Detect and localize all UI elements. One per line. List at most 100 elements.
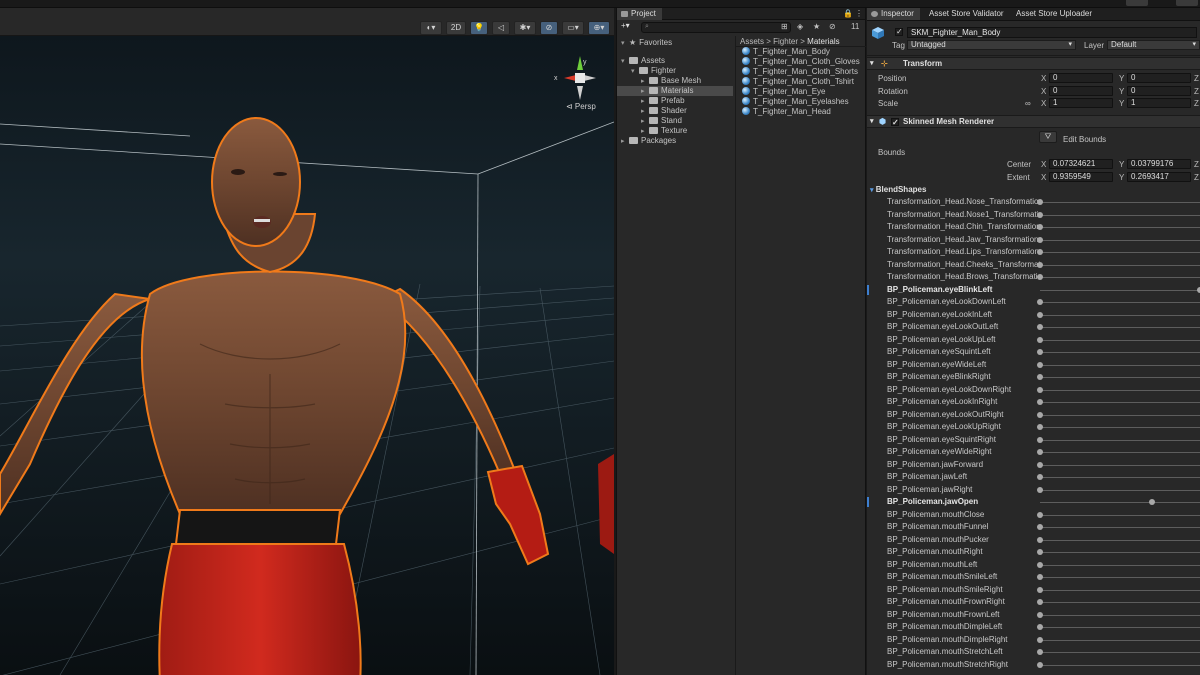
component-enabled-checkbox[interactable] (891, 117, 899, 129)
blendshape-slider-handle[interactable] (1037, 449, 1043, 455)
filter-favorite-icon[interactable]: ★ (813, 22, 820, 31)
projection-label[interactable]: ⊲ Persp (566, 102, 596, 111)
tree-item[interactable]: ▾ Assets (617, 56, 733, 66)
blendshape-slider-track[interactable] (1040, 302, 1200, 303)
effects-toggle-icon[interactable]: ✱▾ (514, 21, 536, 35)
blendshape-slider-track[interactable] (1040, 577, 1200, 578)
camera-button[interactable]: ▭▾ (562, 21, 584, 35)
blendshape-slider-track[interactable] (1040, 339, 1200, 341)
blendshape-slider-track[interactable] (1040, 389, 1200, 391)
tree-item[interactable]: ▾ ★ Favorites (617, 38, 733, 48)
blendshape-slider-track[interactable] (1040, 477, 1200, 478)
blendshape-slider-track[interactable] (1040, 452, 1200, 453)
scene-view[interactable]: ◐▾ 2D 💡 ◁ ✱▾ ⊘ ▭▾ ⊕▾ y x ⊲ Persp (0, 8, 614, 675)
extent-x-field[interactable]: 0.9359549 (1049, 172, 1113, 182)
tree-item[interactable]: ▸ Packages (617, 136, 733, 146)
blendshape-slider-handle[interactable] (1037, 624, 1043, 630)
hidden-toggle-icon[interactable]: ⊘ (540, 21, 558, 35)
blendshape-slider-track[interactable] (1040, 439, 1200, 441)
filter-type-icon[interactable]: ⊞ (781, 22, 788, 31)
blendshape-slider-handle[interactable] (1037, 524, 1043, 530)
link-icon[interactable]: ∞ (1025, 99, 1031, 108)
skinned-mesh-renderer-header[interactable]: ▾ ⬢ Skinned Mesh Renderer (867, 115, 1200, 129)
draw-mode-button[interactable]: ◐▾ (420, 21, 442, 35)
blendshape-slider-handle[interactable] (1037, 324, 1043, 330)
center-y-field[interactable]: 0.03799176 (1127, 159, 1191, 169)
blendshape-slider-track[interactable] (1040, 527, 1200, 528)
blendshape-slider-handle[interactable] (1037, 224, 1043, 230)
blendshape-slider-handle[interactable] (1037, 261, 1043, 268)
layers-button[interactable] (1176, 0, 1198, 6)
blendshape-slider-handle[interactable] (1037, 661, 1043, 668)
transform-x-field[interactable]: 0 (1049, 85, 1113, 96)
blendshape-slider-handle[interactable] (1037, 536, 1043, 543)
lock-icon[interactable]: 🔒 (843, 9, 853, 18)
blendshape-slider-handle[interactable] (1037, 336, 1043, 343)
blendshape-slider-handle[interactable] (1037, 374, 1043, 380)
orientation-gizmo-icon[interactable]: y x (552, 52, 608, 104)
blendshape-slider-track[interactable] (1040, 202, 1200, 203)
tab-project[interactable]: Project (617, 8, 662, 20)
blendshape-slider-handle[interactable] (1037, 299, 1043, 305)
blendshape-slider-handle[interactable] (1037, 586, 1043, 593)
blendshape-slider-handle[interactable] (1037, 411, 1043, 418)
blendshape-slider-track[interactable] (1040, 489, 1200, 491)
tab-inspector[interactable]: Inspector (867, 8, 920, 20)
breadcrumb-item[interactable]: Assets (740, 37, 764, 46)
blendshape-slider-track[interactable] (1040, 402, 1200, 403)
blendshape-slider-handle[interactable] (1037, 461, 1043, 468)
blendshape-slider-handle[interactable] (1037, 486, 1043, 493)
window-button[interactable] (1126, 0, 1148, 6)
transform-header[interactable]: ▾ ⊹ Transform (867, 57, 1200, 70)
asset-item[interactable]: T_Fighter_Man_Eyelashes (736, 97, 867, 107)
breadcrumb-item[interactable]: Fighter (773, 37, 798, 46)
blendshape-slider-track[interactable] (1040, 502, 1200, 503)
asset-item[interactable]: T_Fighter_Man_Eye (736, 87, 867, 97)
breadcrumb-item[interactable]: Materials (807, 37, 839, 46)
blendshapes-foldout[interactable]: ▾ BlendShapes (870, 185, 926, 194)
edit-bounds-icon[interactable]: ⛛ (1039, 131, 1057, 143)
tree-item[interactable]: ▸ Prefab (617, 96, 733, 106)
blendshape-slider-track[interactable] (1040, 552, 1200, 553)
toggle-2d-button[interactable]: 2D (446, 21, 466, 35)
asset-item[interactable]: T_Fighter_Man_Head (736, 107, 867, 117)
blendshape-slider-track[interactable] (1040, 539, 1200, 541)
tab-asset-store-validator[interactable]: Asset Store Validator (923, 8, 1010, 20)
blendshape-slider-handle[interactable] (1037, 249, 1043, 255)
blendshape-slider-track[interactable] (1040, 277, 1200, 278)
blendshape-slider-handle[interactable] (1037, 649, 1043, 655)
blendshape-slider-track[interactable] (1040, 352, 1200, 353)
blendshape-slider-handle[interactable] (1037, 511, 1043, 518)
blendshape-slider-handle[interactable] (1037, 211, 1043, 218)
panel-menu-icon[interactable]: ⋮ (855, 9, 863, 18)
blendshape-slider-handle[interactable] (1037, 549, 1043, 555)
blendshape-slider-handle[interactable] (1037, 611, 1043, 618)
tab-asset-store-uploader[interactable]: Asset Store Uploader (1010, 8, 1099, 20)
fighter-model[interactable] (0, 44, 614, 675)
tree-item[interactable]: ▸ Stand (617, 116, 733, 126)
blendshape-slider-handle[interactable] (1037, 199, 1043, 205)
center-x-field[interactable]: 0.07324621 (1049, 159, 1113, 169)
tree-item[interactable]: ▸ Base Mesh (617, 76, 733, 86)
blendshape-slider-track[interactable] (1040, 227, 1200, 228)
transform-y-field[interactable]: 0 (1127, 73, 1191, 83)
asset-item[interactable]: T_Fighter_Man_Cloth_Tshirt (736, 77, 867, 87)
tree-item[interactable]: ▸ Materials (617, 86, 733, 96)
blendshape-slider-track[interactable] (1040, 639, 1200, 641)
blendshape-slider-track[interactable] (1040, 564, 1200, 566)
blendshape-slider-handle[interactable] (1037, 574, 1043, 580)
blendshape-slider-handle[interactable] (1037, 386, 1043, 393)
blendshape-slider-track[interactable] (1040, 427, 1200, 428)
blendshape-slider-track[interactable] (1040, 664, 1200, 666)
tree-item[interactable]: ▾ Fighter (617, 66, 733, 76)
blendshape-slider-track[interactable] (1040, 364, 1200, 366)
blendshape-slider-track[interactable] (1040, 214, 1200, 216)
blendshape-slider-track[interactable] (1040, 327, 1200, 328)
blendshape-slider-handle[interactable] (1037, 236, 1043, 243)
tree-item[interactable]: ▸ Texture (617, 126, 733, 136)
blendshape-slider-track[interactable] (1040, 264, 1200, 266)
gizmos-button[interactable]: ⊕▾ (588, 21, 610, 35)
blendshape-slider-handle[interactable] (1037, 311, 1043, 318)
blendshape-slider-track[interactable] (1040, 239, 1200, 241)
layer-dropdown[interactable]: Default (1107, 40, 1200, 50)
